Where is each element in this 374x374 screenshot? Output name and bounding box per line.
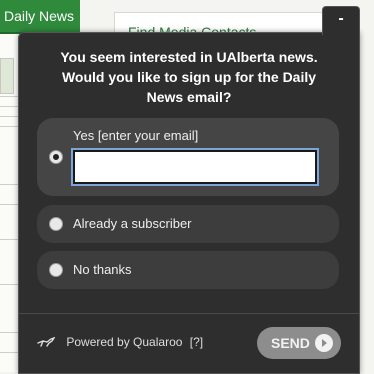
qualaroo-survey-widget: You seem interested in UAlberta news. Wo… <box>18 32 360 374</box>
daily-news-tab[interactable]: Daily News <box>0 0 80 34</box>
question-line: Would you like to sign up for the Daily <box>61 69 317 85</box>
powered-by: Powered by Qualaroo [?] <box>37 334 203 349</box>
background-thumbnail <box>0 58 14 94</box>
qualaroo-logo-icon <box>37 336 55 347</box>
footer-divider <box>19 313 359 314</box>
help-link[interactable]: [?] <box>190 335 203 349</box>
email-input[interactable] <box>71 148 319 186</box>
option-label: No thanks <box>73 262 132 277</box>
radio-button[interactable] <box>49 217 63 231</box>
send-button[interactable]: SEND <box>257 327 341 359</box>
option-already-subscriber[interactable]: Already a subscriber <box>37 205 339 243</box>
send-label: SEND <box>271 335 310 351</box>
radio-dot <box>53 154 59 160</box>
question-line: You seem interested in UAlberta news. <box>60 49 318 65</box>
send-arrow-icon <box>315 334 333 352</box>
survey-question: You seem interested in UAlberta news. Wo… <box>19 47 359 107</box>
option-no-thanks[interactable]: No thanks <box>37 251 339 289</box>
question-line: News email? <box>146 89 232 105</box>
radio-button-selected[interactable] <box>49 150 63 164</box>
option-label: Already a subscriber <box>73 216 192 231</box>
radio-button[interactable] <box>49 263 63 277</box>
powered-by-text: Powered by Qualaroo <box>66 334 183 349</box>
option-yes-email[interactable]: Yes [enter your email] <box>37 118 339 196</box>
minimize-button[interactable]: - <box>322 6 360 35</box>
option-label: Yes [enter your email] <box>73 128 199 143</box>
